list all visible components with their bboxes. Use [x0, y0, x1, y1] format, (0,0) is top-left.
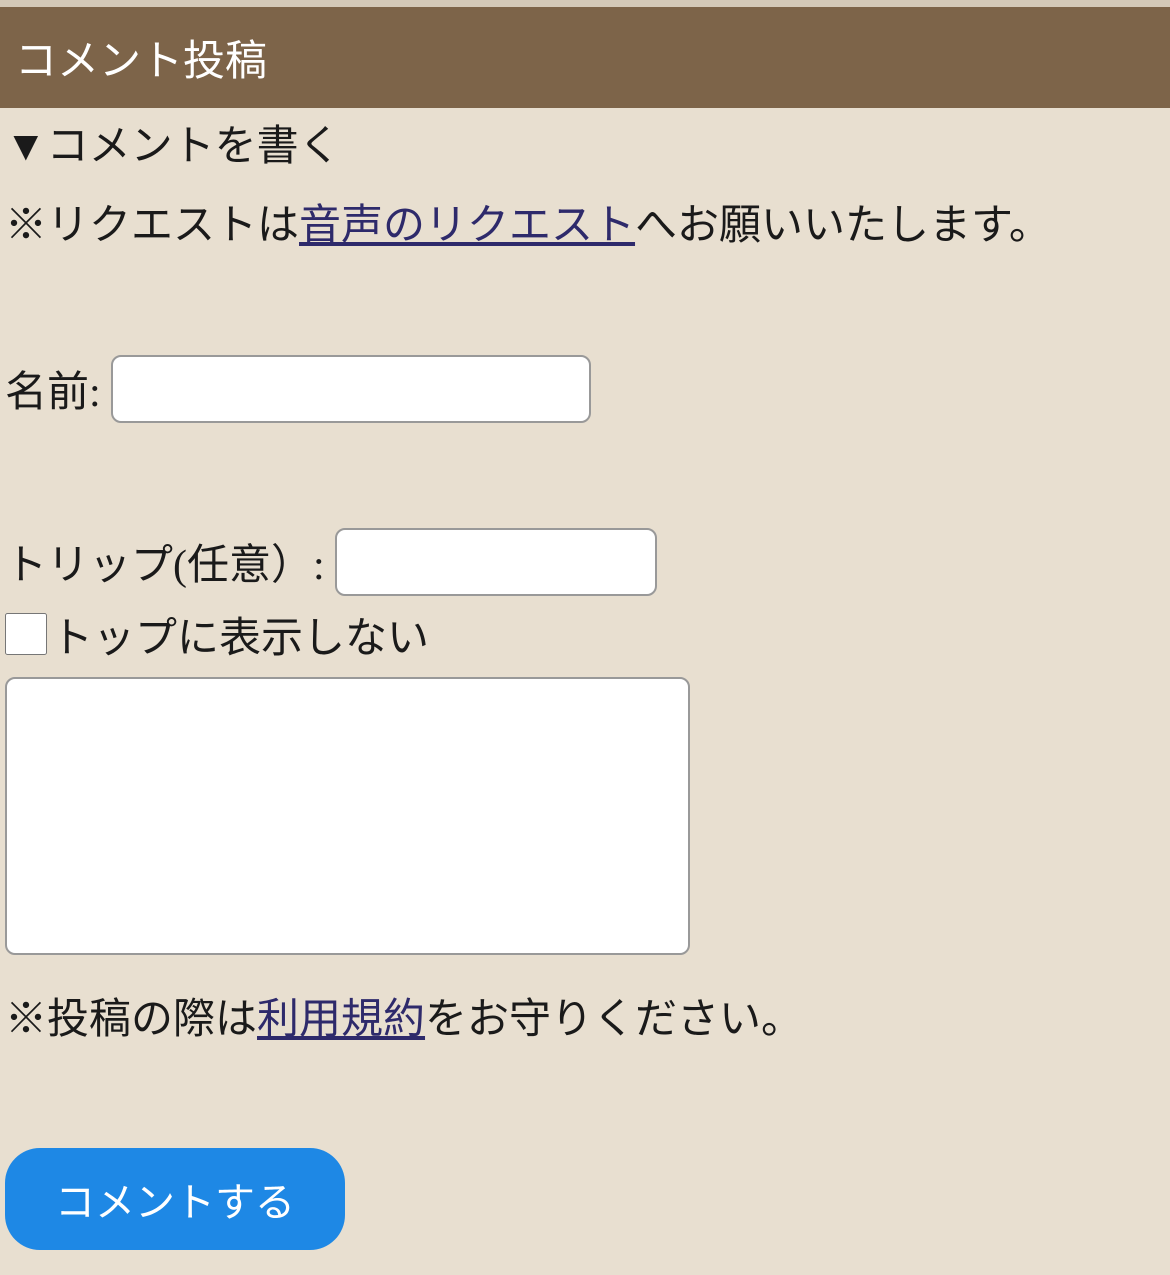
- trip-row: トリップ(任意）:: [5, 528, 1165, 596]
- terms-link[interactable]: 利用規約: [257, 997, 425, 1043]
- name-input[interactable]: [111, 355, 591, 423]
- request-notice: ※リクエストは音声のリクエストへお願いいたします。: [5, 193, 1165, 260]
- checkbox-row: トップに表示しない: [5, 604, 1165, 665]
- terms-prefix: ※投稿の際は: [5, 997, 257, 1043]
- trip-label: トリップ(任意）:: [5, 531, 325, 592]
- top-decoration-bar: [0, 0, 1170, 7]
- notice-prefix: ※リクエストは: [5, 203, 299, 249]
- content-area: ▼コメントを書く ※リクエストは音声のリクエストへお願いいたします。 名前: ト…: [0, 120, 1170, 1250]
- notice-suffix: へお願いいたします。: [635, 203, 1051, 249]
- comment-textarea[interactable]: [5, 677, 690, 955]
- trip-input[interactable]: [335, 528, 657, 596]
- name-label: 名前:: [5, 358, 101, 419]
- terms-notice: ※投稿の際は利用規約をお守りください。: [5, 985, 1165, 1046]
- audio-request-link[interactable]: 音声のリクエスト: [299, 203, 635, 249]
- hide-from-top-checkbox[interactable]: [5, 613, 47, 655]
- header-title: コメント投稿: [15, 39, 267, 85]
- terms-suffix: をお守りください。: [425, 997, 803, 1043]
- submit-comment-button[interactable]: コメントする: [5, 1148, 345, 1250]
- write-comment-subtitle: ▼コメントを書く: [5, 120, 1165, 175]
- checkbox-label: トップに表示しない: [51, 604, 429, 665]
- section-header: コメント投稿: [0, 7, 1170, 108]
- name-row: 名前:: [5, 355, 1165, 423]
